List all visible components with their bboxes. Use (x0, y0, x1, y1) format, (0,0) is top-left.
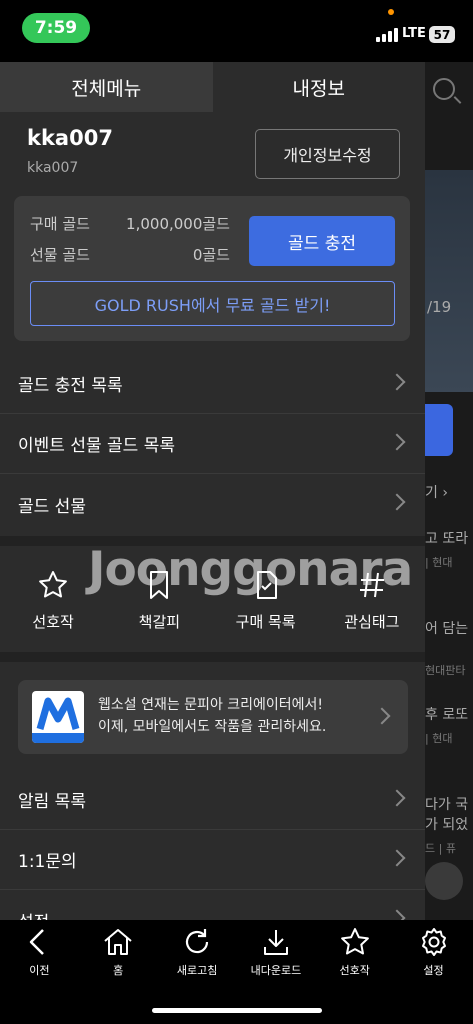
watermark: Joonggonara (88, 542, 413, 597)
background-page: /19 기 › 고 또라 | 현대 어 담는 현대판타 후 로또 | 현대 다가… (425, 62, 473, 920)
settings-list: 알림 목록 1:1문의 설정 (0, 770, 425, 920)
nav-back[interactable]: 이전 (0, 920, 79, 986)
signal-icon (376, 28, 398, 42)
bg-line: 드 | 퓨 (425, 842, 456, 855)
nav-label: 설정 (423, 964, 444, 977)
refresh-icon (185, 929, 209, 954)
bg-line: | 현대 (425, 556, 453, 569)
nav-label: 선호작 (339, 964, 370, 977)
slide-counter: /19 (427, 298, 452, 316)
promo-line: 웹소설 연재는 문피아 크리에이터에서! (98, 697, 324, 713)
mic-indicator (388, 9, 394, 15)
shortcut-label: 관심태그 (344, 612, 400, 631)
username: kka007 (27, 126, 113, 150)
nav-refresh[interactable]: 새로고침 (158, 920, 237, 986)
chevron-right-icon (388, 849, 406, 867)
scroll-down-button (425, 862, 463, 900)
chevron-right-icon (388, 789, 406, 807)
list-item-inquiry[interactable]: 1:1문의 (0, 830, 425, 890)
purchased-gold-value: 1,000,000골드 (126, 215, 230, 233)
list-item-gold-charge-history[interactable]: 골드 충전 목록 (0, 354, 425, 414)
list-item-label: 골드 충전 목록 (18, 376, 123, 396)
star-icon (340, 928, 369, 955)
gold-box: 구매 골드 1,000,000골드 선물 골드 0골드 골드 충전 GOLD R… (14, 196, 410, 341)
chevron-right-icon (373, 707, 391, 725)
menu-tabs: 전체메뉴 내정보 (0, 62, 425, 112)
gift-gold-label: 선물 골드 (30, 246, 90, 264)
promo-line: 이제, 모바일에서도 작품을 관리하세요. (98, 719, 327, 735)
chevron-right-icon (388, 433, 406, 451)
back-icon (30, 929, 45, 955)
edit-profile-button[interactable]: 개인정보수정 (255, 129, 400, 179)
nav-label: 홈 (113, 964, 124, 977)
list-item-gift-gold[interactable]: 골드 선물 (0, 474, 425, 534)
nav-download[interactable]: 내다운로드 (236, 920, 315, 986)
creator-promo-banner[interactable]: 웹소설 연재는 문피아 크리에이터에서! 이제, 모바일에서도 작품을 관리하세… (18, 680, 408, 754)
bg-line: 어 담는 (425, 621, 469, 637)
promo-text: 웹소설 연재는 문피아 크리에이터에서! 이제, 모바일에서도 작품을 관리하세… (98, 694, 326, 738)
nav-label: 내다운로드 (250, 964, 302, 977)
creator-logo (32, 691, 84, 743)
chevron-right-icon (388, 373, 406, 391)
gear-icon (421, 928, 446, 956)
profile-section: kka007 kka007 개인정보수정 (0, 112, 425, 198)
chevron-right-icon (388, 493, 406, 511)
bg-button (425, 404, 453, 456)
status-time[interactable]: 7:59 (22, 13, 90, 43)
tab-my-info[interactable]: 내정보 (212, 62, 425, 112)
home-icon (104, 929, 132, 955)
bg-line: 고 또라 (425, 531, 469, 547)
nav-label: 새로고침 (176, 964, 218, 977)
bg-line: 다가 국 (425, 797, 469, 813)
divider (0, 652, 425, 662)
gold-charge-button[interactable]: 골드 충전 (249, 216, 395, 266)
gold-rush-button[interactable]: GOLD RUSH에서 무료 골드 받기! (30, 281, 395, 326)
nav-home[interactable]: 홈 (79, 920, 158, 986)
nav-settings[interactable]: 설정 (394, 920, 473, 986)
download-icon (263, 930, 288, 955)
gift-gold-value: 0골드 (192, 246, 230, 264)
cover-image (425, 170, 473, 392)
list-item-label: 설정 (18, 908, 49, 921)
shortcut-label: 선호작 (32, 612, 74, 631)
screen: 7:59 LTE 57 /19 기 › 고 또라 | 현대 어 담는 현대판타 … (0, 0, 473, 1024)
nav-label: 이전 (29, 964, 50, 977)
bg-link: 기 › (425, 485, 448, 501)
network-label: LTE (402, 26, 426, 41)
bg-line: | 현대 (425, 732, 453, 745)
side-menu: 전체메뉴 내정보 kka007 kka007 개인정보수정 구매 골드 1,00… (0, 62, 425, 920)
bottom-nav: 이전 홈 새로고침 내다운로드 선호작 설정 (0, 920, 473, 1024)
bg-line: 가 되었 (425, 817, 469, 833)
shortcut-label: 구매 목록 (235, 612, 296, 631)
bg-line: 현대판타 (425, 664, 466, 677)
list-item-event-gift-gold[interactable]: 이벤트 선물 골드 목록 (0, 414, 425, 474)
tab-all-menu[interactable]: 전체메뉴 (0, 62, 213, 112)
list-item-label: 골드 선물 (18, 496, 86, 517)
search-icon (433, 78, 455, 100)
list-item-label: 이벤트 선물 골드 목록 (18, 436, 175, 456)
chevron-right-icon (388, 909, 406, 920)
status-bar: 7:59 LTE 57 (0, 0, 473, 62)
purchased-gold-label: 구매 골드 (30, 215, 90, 233)
star-icon (39, 570, 68, 597)
gold-list: 골드 충전 목록 이벤트 선물 골드 목록 골드 선물 (0, 354, 425, 534)
shortcut-label: 책갈피 (138, 612, 181, 631)
bg-line: 후 로또 (425, 707, 469, 723)
nav-favorites[interactable]: 선호작 (315, 920, 394, 986)
user-id: kka007 (27, 160, 79, 176)
list-item-label: 1:1문의 (18, 852, 77, 872)
list-item-label: 알림 목록 (18, 792, 86, 812)
battery-icon: 57 (429, 26, 455, 43)
home-indicator[interactable] (152, 1008, 322, 1013)
list-item-settings[interactable]: 설정 (0, 890, 425, 920)
list-item-notifications[interactable]: 알림 목록 (0, 770, 425, 830)
